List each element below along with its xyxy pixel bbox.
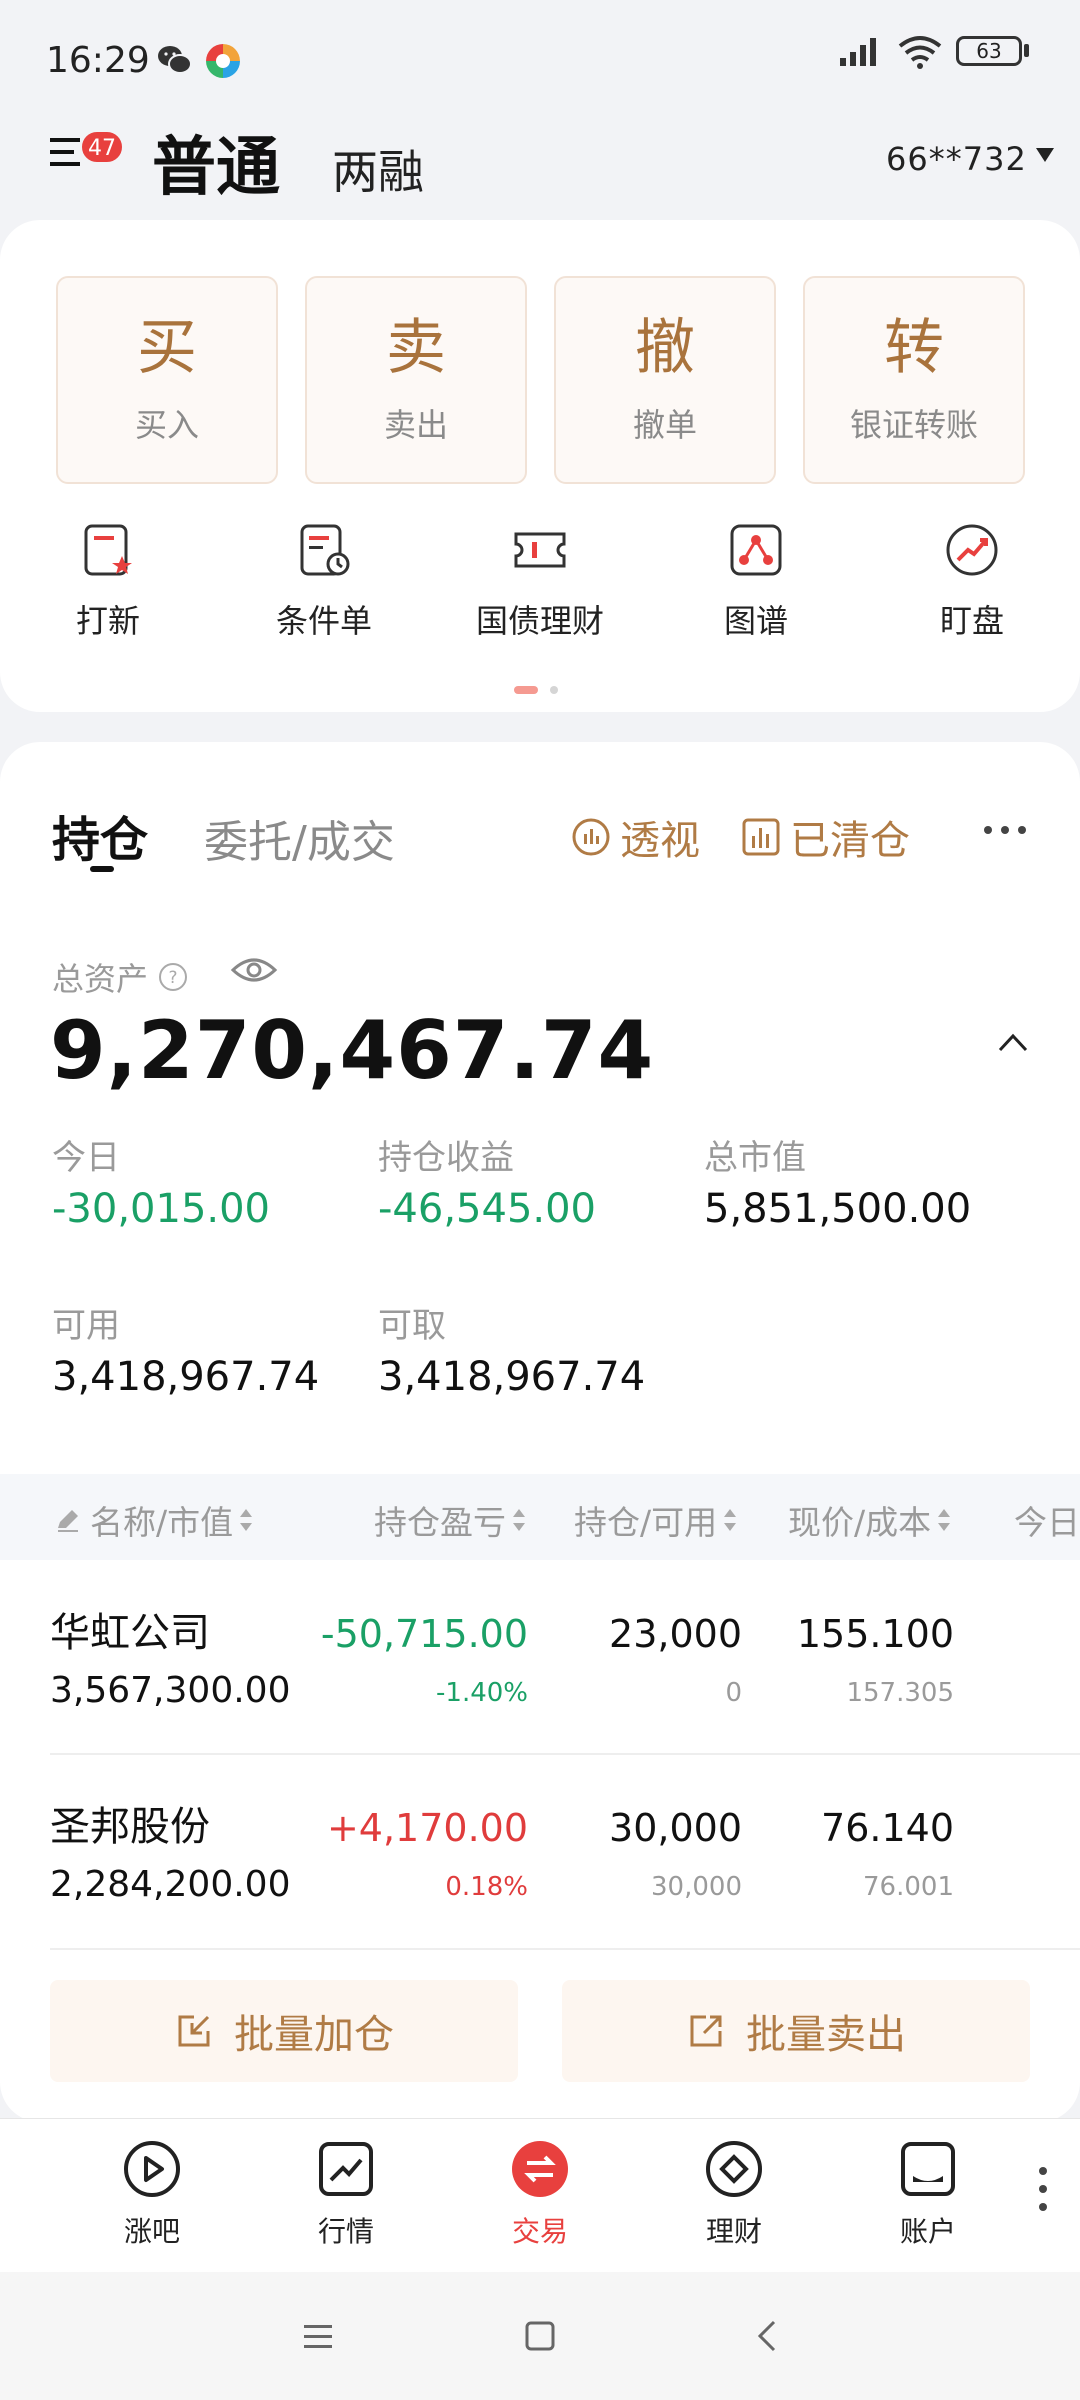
stock-market-value: 3,567,300.00 [50, 1670, 291, 1711]
ipo-icon [84, 524, 132, 576]
today-label: 今日 [52, 1138, 120, 1178]
col-pnl[interactable]: 持仓盈亏 [374, 1496, 526, 1544]
nav-finance[interactable]: 理财 [654, 2138, 814, 2250]
nav-zhangba[interactable]: 涨吧 [72, 2138, 232, 2250]
perspective-button[interactable]: 透视 [570, 808, 700, 866]
recent-apps-icon[interactable] [298, 2316, 338, 2356]
stock-available: 30,000 [651, 1872, 742, 1902]
tab-margin-account[interactable]: 两融 [332, 136, 424, 202]
col-price-cost[interactable]: 现价/成本 [788, 1496, 951, 1544]
exchange-icon [512, 2141, 568, 2197]
help-icon[interactable]: ? [158, 962, 188, 992]
wechat-icon [158, 46, 192, 74]
app-notification-icon [206, 44, 240, 78]
nav-trade[interactable]: 交易 [460, 2138, 620, 2250]
edit-icon[interactable] [54, 1506, 82, 1534]
stock-pnl: -50,715.00 [320, 1612, 528, 1656]
sort-icon [513, 1509, 525, 1531]
wifi-icon [898, 36, 942, 69]
tab-underline [90, 866, 114, 872]
bond-ticket-icon [514, 532, 566, 568]
stock-pnl-pct: 0.18% [445, 1872, 528, 1902]
withdrawable-value: 3,418,967.74 [378, 1354, 646, 1400]
back-icon[interactable] [748, 2316, 788, 2356]
chevron-up-icon[interactable] [996, 1030, 1030, 1054]
col-name-value[interactable]: 名称/市值 [54, 1496, 253, 1544]
status-time: 16:29 [46, 40, 150, 81]
caret-down-icon[interactable] [1036, 148, 1054, 162]
batch-add-button[interactable]: 批量加仓 [50, 1980, 518, 2082]
stock-market-value: 2,284,200.00 [50, 1864, 291, 1905]
bank-transfer-button[interactable]: 转 银证转账 [803, 276, 1025, 484]
account-icon [901, 2142, 955, 2196]
nav-market[interactable]: 行情 [266, 2138, 426, 2250]
account-selector[interactable]: 66**732 [886, 140, 1027, 178]
batch-sell-button[interactable]: 批量卖出 [562, 1980, 1030, 2082]
available-label: 可用 [52, 1306, 120, 1346]
holding-profit-label: 持仓收益 [378, 1138, 514, 1178]
stock-price: 76.140 [821, 1806, 954, 1850]
diamond-circle-icon [706, 2141, 762, 2197]
page-indicator-active [514, 686, 538, 694]
stock-cost: 76.001 [863, 1872, 954, 1902]
eye-icon[interactable] [230, 950, 278, 990]
cleared-positions-button[interactable]: 已清仓 [740, 808, 910, 866]
stock-available: 0 [725, 1678, 742, 1708]
table-row[interactable] [0, 1755, 1080, 1949]
svg-text:?: ? [169, 968, 178, 988]
play-circle-icon [124, 2141, 180, 2197]
watch-trend-icon [946, 524, 998, 576]
row-divider [50, 1948, 1080, 1950]
col-today[interactable]: 今日 [1014, 1496, 1080, 1544]
stock-name: 华虹公司 [50, 1610, 210, 1656]
trend-chart-icon [319, 2142, 373, 2196]
stock-holding: 30,000 [609, 1806, 742, 1850]
quick-graph[interactable]: 图谱 [656, 520, 856, 642]
battery-indicator: 63 [956, 36, 1022, 66]
graph-icon [730, 524, 782, 576]
stock-name: 圣邦股份 [50, 1804, 210, 1850]
holding-profit-value: -46,545.00 [378, 1186, 597, 1232]
market-value-label: 总市值 [704, 1138, 806, 1178]
signal-icon [840, 38, 876, 66]
tab-holdings[interactable]: 持仓 [52, 800, 148, 870]
sort-icon [724, 1509, 737, 1531]
stock-pnl-pct: -1.40% [436, 1678, 528, 1708]
more-icon[interactable] [980, 820, 1030, 840]
stock-holding: 23,000 [609, 1612, 742, 1656]
available-value: 3,418,967.74 [52, 1354, 320, 1400]
nav-more-icon[interactable] [1036, 2164, 1050, 2214]
sort-icon [938, 1509, 951, 1531]
sort-icon [240, 1509, 253, 1531]
battery-tip [1024, 44, 1029, 57]
bar-chart-icon [742, 818, 780, 856]
withdrawable-label: 可取 [378, 1306, 446, 1346]
quick-ipo[interactable]: 打新 [8, 520, 208, 642]
market-value-value: 5,851,500.00 [704, 1186, 972, 1232]
quick-conditional-order[interactable]: 条件单 [224, 520, 424, 642]
conditional-order-icon [300, 524, 350, 576]
sell-button[interactable]: 卖 卖出 [305, 276, 527, 484]
buy-button[interactable]: 买 买入 [56, 276, 278, 484]
cancel-order-button[interactable]: 撤 撤单 [554, 276, 776, 484]
tab-normal-account[interactable]: 普通 [152, 116, 280, 208]
total-assets-value: 9,270,467.74 [50, 1004, 655, 1097]
page-indicator [550, 686, 558, 694]
batch-sell-icon [690, 2015, 722, 2047]
batch-add-icon [178, 2015, 210, 2047]
nav-account[interactable]: 账户 [848, 2138, 1008, 2250]
today-value: -30,015.00 [52, 1186, 271, 1232]
col-holding-available[interactable]: 持仓/可用 [574, 1496, 737, 1544]
stock-price: 155.100 [796, 1612, 954, 1656]
stock-pnl: +4,170.00 [326, 1806, 528, 1850]
stock-cost: 157.305 [846, 1678, 954, 1708]
tab-orders-trades[interactable]: 委托/成交 [204, 806, 395, 870]
perspective-icon [572, 818, 610, 856]
total-assets-label: 总资产 ? [52, 954, 188, 1000]
quick-watch[interactable]: 盯盘 [872, 520, 1072, 642]
quick-bond-finance[interactable]: 国债理财 [440, 520, 640, 642]
menu-badge: 47 [80, 130, 124, 164]
home-icon[interactable] [520, 2316, 560, 2356]
